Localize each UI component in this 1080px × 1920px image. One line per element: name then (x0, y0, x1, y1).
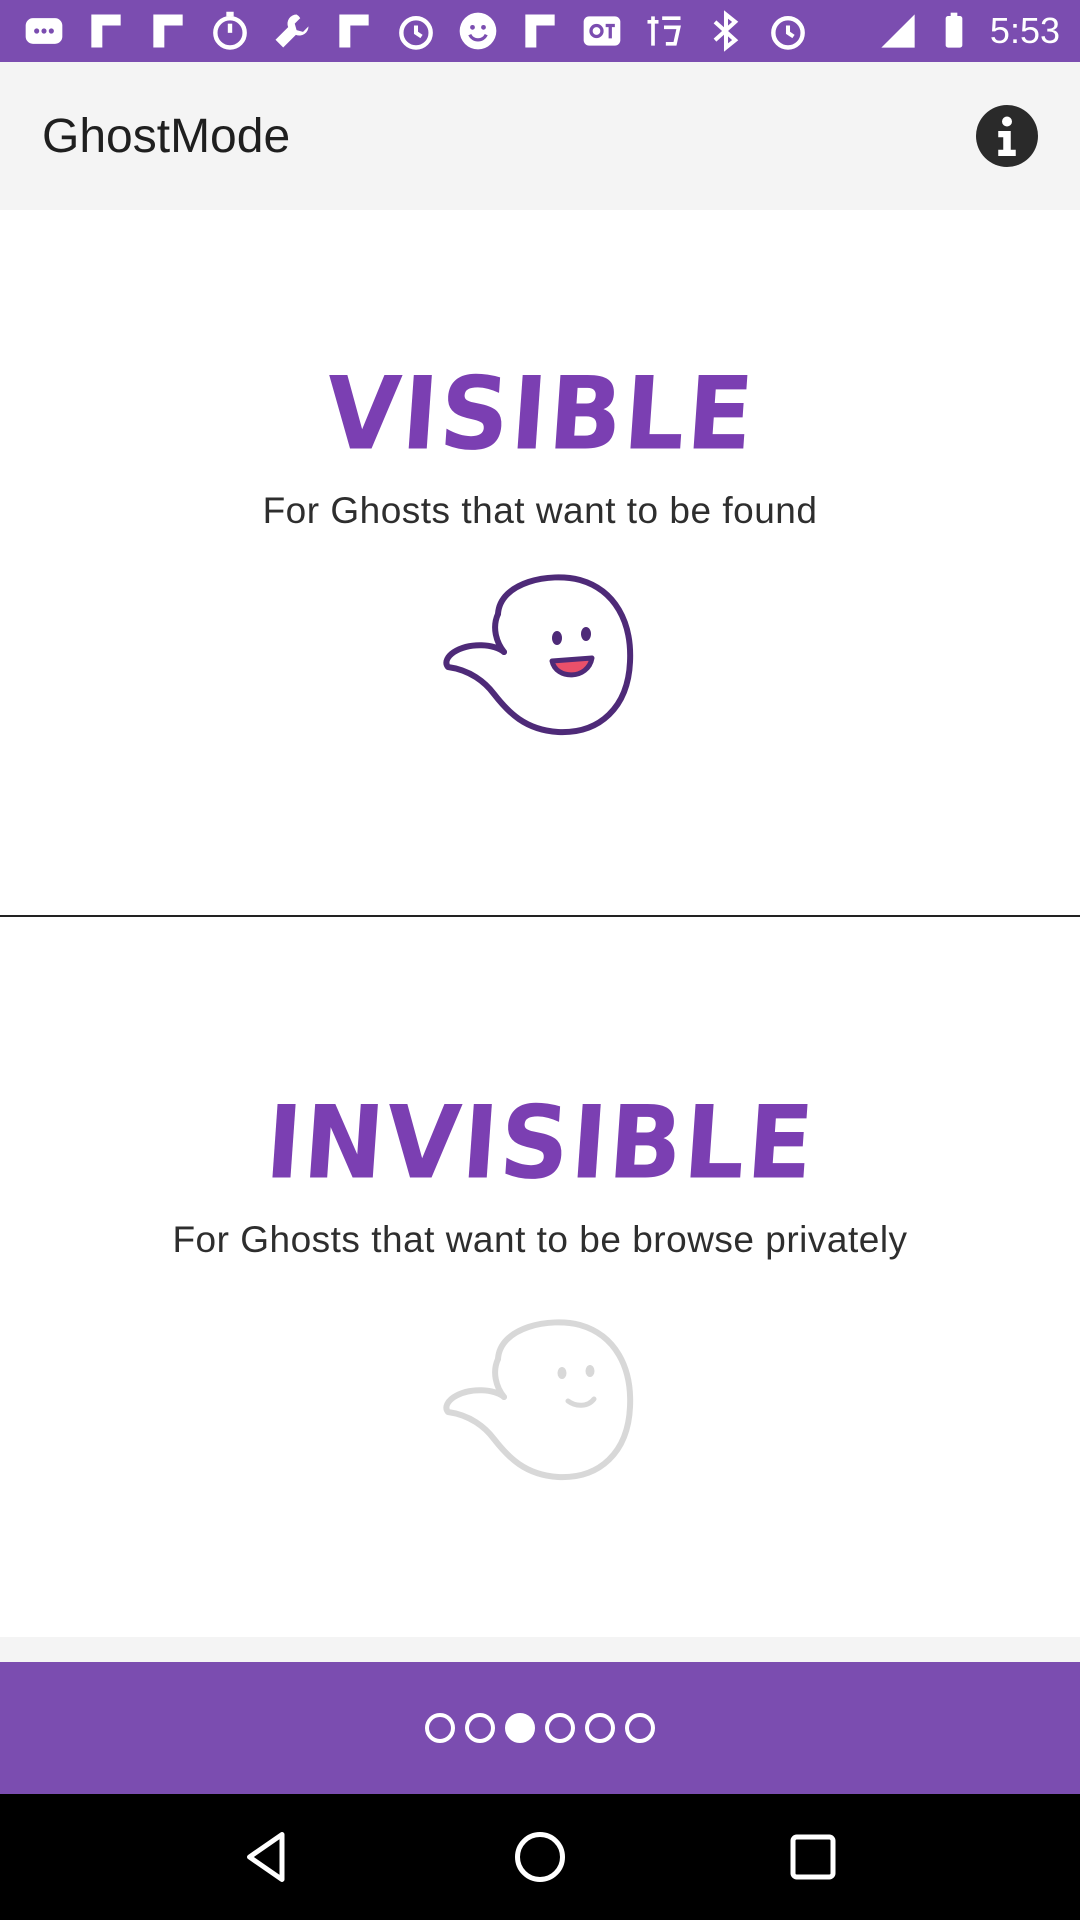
stopwatch-icon (213, 11, 247, 50)
alarm-icon (771, 15, 805, 50)
page-dot[interactable] (625, 1713, 655, 1743)
page-dot[interactable] (505, 1713, 535, 1743)
flipboard-icon (339, 14, 369, 48)
taobao-icon (647, 16, 681, 46)
visible-subtitle: For Ghosts that want to be found (262, 490, 818, 531)
status-time: 5:53 (989, 10, 1060, 51)
battery-icon (945, 12, 963, 48)
visible-mode-option[interactable]: VISIBLE For Ghosts that want to be found (0, 210, 1080, 915)
info-icon (998, 116, 1016, 156)
messages-icon (25, 18, 63, 44)
recents-icon[interactable] (783, 1827, 843, 1887)
wrench-icon (275, 14, 309, 48)
page-dot[interactable] (465, 1713, 495, 1743)
qq-icon (583, 16, 621, 46)
flipboard-icon (525, 14, 555, 48)
info-button[interactable] (976, 105, 1038, 167)
app-title: GhostMode (42, 109, 291, 163)
bluetooth-icon (713, 10, 739, 52)
navigation-bar (0, 1794, 1080, 1920)
back-icon[interactable] (237, 1827, 297, 1887)
page-dot[interactable] (425, 1713, 455, 1743)
pager-strip (0, 1637, 1080, 1662)
faded-ghost-icon (443, 1319, 634, 1481)
alarm-icon (399, 15, 433, 50)
happy-ghost-icon (443, 574, 634, 736)
notification-icons (22, 9, 810, 53)
page-dot[interactable] (585, 1713, 615, 1743)
page-indicator (0, 1662, 1080, 1794)
invisible-title: INVISIBLE (261, 1084, 819, 1202)
invisible-mode-option[interactable]: INVISIBLE For Ghosts that want to be bro… (0, 917, 1080, 1637)
invisible-subtitle: For Ghosts that want to be browse privat… (172, 1219, 908, 1260)
flipboard-icon (91, 14, 121, 48)
signal-icon (881, 14, 915, 48)
app-bar: GhostMode (0, 62, 1080, 210)
page-dot[interactable] (545, 1713, 575, 1743)
flipboard-icon (153, 14, 183, 48)
visible-title: VISIBLE (321, 355, 759, 473)
system-status: 5:53 (878, 10, 1060, 52)
home-icon[interactable] (510, 1827, 570, 1887)
smiley-icon (459, 12, 497, 50)
status-bar: 5:53 (0, 0, 1080, 62)
